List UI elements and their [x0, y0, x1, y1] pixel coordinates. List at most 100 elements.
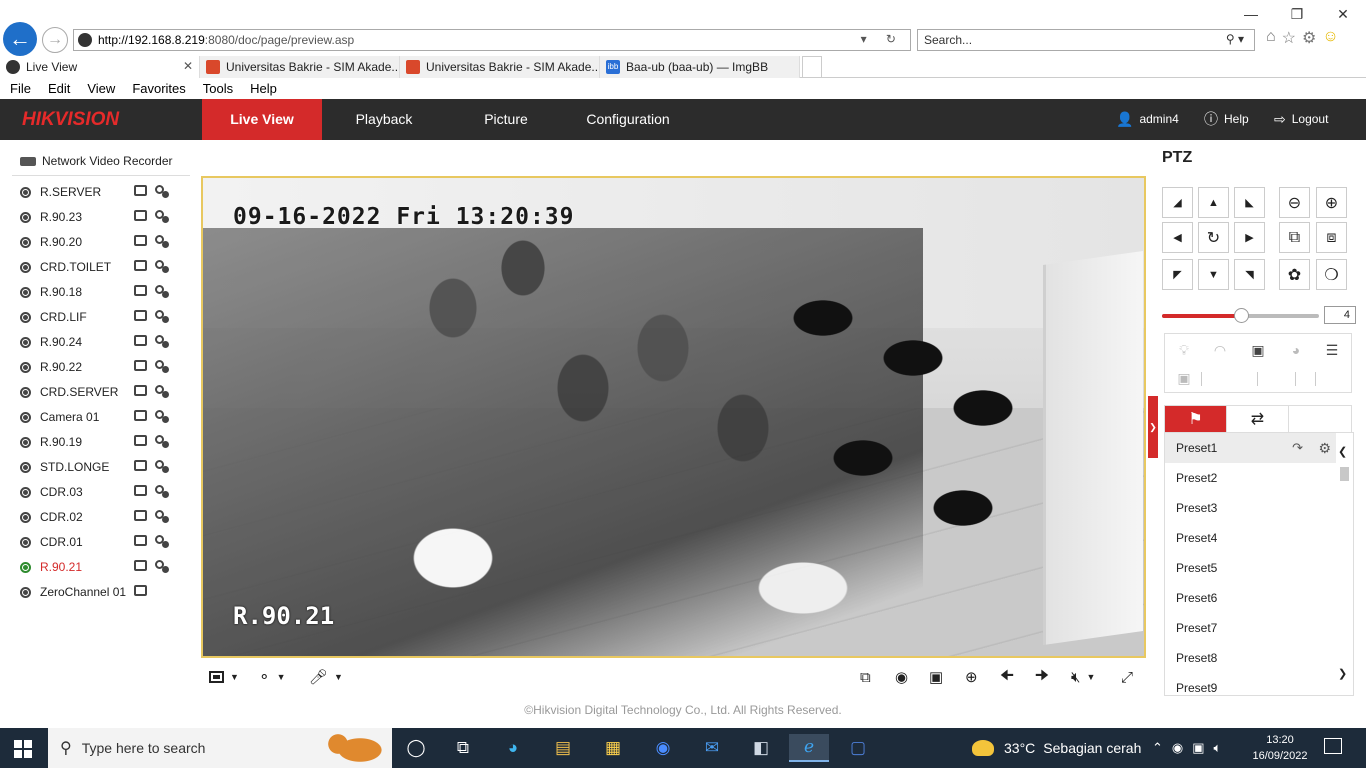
more-menu-button[interactable]: ☰	[1313, 336, 1351, 364]
menu-view[interactable]: View	[87, 81, 115, 96]
camera-row[interactable]: CDR.02	[20, 507, 180, 527]
search-icon[interactable]: ⚲ ▾	[1226, 32, 1244, 46]
internet-explorer-icon[interactable]: ℯ	[789, 734, 829, 762]
focus-near-button[interactable]: ⧉	[1279, 222, 1310, 253]
iris-open-button[interactable]: ✿	[1279, 259, 1310, 290]
stream-switch-icon[interactable]	[155, 560, 169, 573]
record-icon[interactable]	[134, 560, 147, 571]
file-explorer-icon[interactable]: ▤	[543, 734, 583, 762]
preset-item[interactable]: Preset5	[1165, 553, 1337, 583]
nav-configuration[interactable]: Configuration	[568, 99, 688, 140]
stream-switch-icon[interactable]	[155, 535, 169, 548]
stream-switch-icon[interactable]	[155, 510, 169, 523]
new-tab-button[interactable]	[802, 56, 822, 78]
stream-switch-icon[interactable]	[155, 460, 169, 473]
settings-gear-icon[interactable]: ⚙	[1302, 28, 1316, 48]
ptz-up-left-button[interactable]: ◢	[1162, 187, 1193, 218]
volume-button[interactable]: 🔇︎ ▼	[1071, 667, 1095, 687]
speaker-icon[interactable]: 🔈︎	[1214, 740, 1222, 756]
focus-far-button[interactable]: ⧈	[1316, 222, 1347, 253]
forward-button[interactable]: →	[42, 27, 68, 53]
window-layout-button[interactable]: ▼	[209, 667, 239, 687]
camera-row[interactable]: Camera 01	[20, 407, 180, 427]
stream-switch-icon[interactable]	[155, 410, 169, 423]
menu-edit[interactable]: Edit	[48, 81, 70, 96]
record-icon[interactable]	[134, 210, 147, 221]
preset-item[interactable]: Preset4	[1165, 523, 1337, 553]
restore-icon[interactable]: ❐	[1274, 0, 1320, 28]
preset-item[interactable]: Preset9	[1165, 673, 1337, 695]
tab-sim-akademik-1[interactable]: Universitas Bakrie - SIM Akade...	[200, 56, 400, 78]
camera-row[interactable]: R.90.20	[20, 232, 180, 252]
paint-app-icon[interactable]: ◧	[741, 734, 781, 762]
feedback-smiley-icon[interactable]: ☺	[1322, 28, 1338, 48]
camera-row[interactable]: R.90.24	[20, 332, 180, 352]
nvr-node[interactable]: Network Video Recorder	[20, 154, 173, 168]
weather-widget[interactable]: 33°C Sebagian cerah	[972, 728, 1141, 768]
record-icon[interactable]	[134, 260, 147, 271]
location-icon[interactable]: ◉	[1172, 740, 1183, 756]
stream-switch-icon[interactable]	[155, 435, 169, 448]
chevron-up-icon[interactable]: ❮	[1338, 445, 1347, 458]
stream-switch-icon[interactable]	[155, 335, 169, 348]
mail-icon[interactable]: ✉	[692, 734, 732, 762]
camera-row[interactable]: R.90.18	[20, 282, 180, 302]
camera-row[interactable]: R.90.23	[20, 207, 180, 227]
record-icon[interactable]	[134, 410, 147, 421]
stream-switch-icon[interactable]	[155, 210, 169, 223]
stream-switch-icon[interactable]	[155, 260, 169, 273]
zoom-in-button[interactable]: ⊕	[1316, 187, 1347, 218]
preset-item[interactable]: Preset8	[1165, 643, 1337, 673]
browser-search-input[interactable]: Search... ⚲ ▾	[917, 29, 1255, 51]
record-icon[interactable]	[134, 185, 147, 196]
iris-close-button[interactable]: ❍	[1316, 259, 1347, 290]
record-icon[interactable]	[134, 235, 147, 246]
preset-item[interactable]: Preset1 ↷ ⚙	[1165, 433, 1337, 463]
record-icon[interactable]	[134, 485, 147, 496]
ptz-auto-scan-button[interactable]: ↻	[1198, 222, 1229, 253]
camera-row[interactable]: R.90.21	[20, 557, 180, 577]
previous-page-button[interactable]: 🠈	[1000, 667, 1014, 687]
tab-patrols[interactable]: ⇄	[1227, 406, 1289, 432]
tab-presets[interactable]: ⚑	[1165, 406, 1227, 432]
taskbar-search-input[interactable]: ⚲ Type here to search	[48, 728, 392, 768]
camera-row[interactable]: CDR.03	[20, 482, 180, 502]
preset-item[interactable]: Preset3	[1165, 493, 1337, 523]
stop-all-button[interactable]: ⧉	[860, 667, 871, 687]
lens-init-button[interactable]: ◕	[1277, 336, 1315, 364]
preset-scrollbar[interactable]: ❮ ❯	[1336, 433, 1353, 695]
call-preset-icon[interactable]: ↷	[1292, 433, 1303, 463]
ptz-speed-slider[interactable]	[1162, 308, 1319, 323]
preset-item[interactable]: Preset2	[1165, 463, 1337, 493]
ptz-left-button[interactable]: ◀	[1162, 222, 1193, 253]
stream-switch-icon[interactable]	[155, 385, 169, 398]
record-icon[interactable]	[134, 360, 147, 371]
ptz-speed-value[interactable]: 4	[1324, 306, 1356, 324]
record-icon[interactable]	[134, 460, 147, 471]
ptz-speed-handle[interactable]	[1233, 308, 1249, 323]
ptz-right-button[interactable]: ▶	[1234, 222, 1265, 253]
tab-pattern[interactable]	[1289, 406, 1351, 432]
camera-row[interactable]: CRD.SERVER	[20, 382, 180, 402]
record-icon[interactable]	[134, 385, 147, 396]
camera-row[interactable]: ZeroChannel 01	[20, 582, 180, 602]
close-icon[interactable]: ✕	[1320, 0, 1366, 28]
stream-switch-icon[interactable]	[155, 360, 169, 373]
ptz-up-right-button[interactable]: ◣	[1234, 187, 1265, 218]
ptz-down-button[interactable]: ▼	[1198, 259, 1229, 290]
menu-favorites[interactable]: Favorites	[132, 81, 185, 96]
record-icon[interactable]	[134, 510, 147, 521]
cortana-icon[interactable]: ◯	[396, 734, 436, 762]
network-icon[interactable]: ▣	[1192, 740, 1204, 756]
camera-row[interactable]: R.90.22	[20, 357, 180, 377]
live-video-window[interactable]: 09-16-2022 Fri 13:20:39 R.90.21	[201, 176, 1146, 658]
store-icon[interactable]: ▦	[593, 734, 633, 762]
next-page-button[interactable]: 🠊	[1035, 667, 1049, 687]
wiper-button[interactable]: ◠	[1201, 336, 1239, 364]
auxiliary-focus-button[interactable]: ▣	[1239, 336, 1277, 364]
camera-row[interactable]: CDR.01	[20, 532, 180, 552]
nav-live-view[interactable]: Live View	[202, 99, 322, 140]
ptz-down-left-button[interactable]: ◤	[1162, 259, 1193, 290]
zoom-app-icon[interactable]: ◉	[643, 734, 683, 762]
capture-button[interactable]: ◉	[895, 667, 908, 687]
